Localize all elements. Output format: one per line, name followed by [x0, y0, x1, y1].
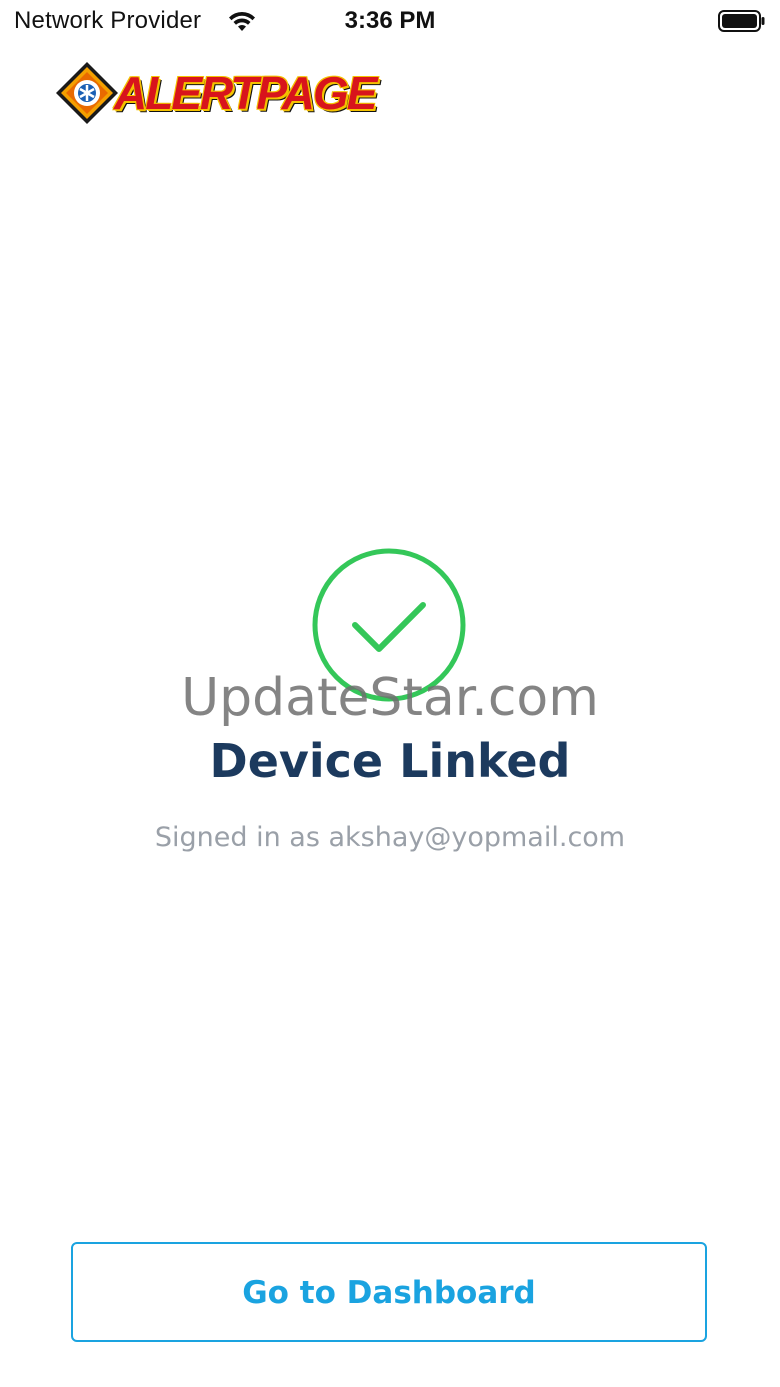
device-linked-screen: Network Provider 3:36 PM ALERTPAGE Updat… [0, 0, 780, 1387]
go-to-dashboard-button[interactable]: Go to Dashboard [71, 1242, 707, 1342]
signed-in-label: Signed in as akshay@yopmail.com [154, 822, 626, 853]
alertpage-emblem-icon [56, 62, 118, 124]
alertpage-logo: ALERTPAGE [52, 58, 384, 128]
status-time: 3:36 PM [344, 7, 436, 34]
watermark-text: UpdateStar.com [181, 668, 599, 728]
page-title: Device Linked [209, 734, 571, 788]
status-bar: Network Provider 3:36 PM [0, 0, 780, 44]
battery-icon [718, 10, 765, 32]
alertpage-wordmark: ALERTPAGE [114, 67, 377, 119]
